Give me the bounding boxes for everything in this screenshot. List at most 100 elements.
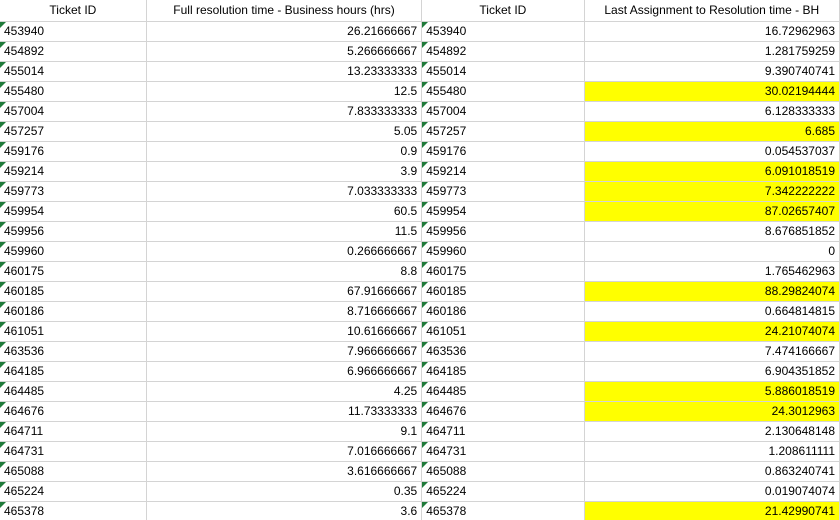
cell-last-assignment-time[interactable]: 7.342222222 xyxy=(584,181,840,202)
cell-ticket-id-2[interactable]: 457004 xyxy=(421,101,585,122)
cell-ticket-id-2[interactable]: 460185 xyxy=(421,281,585,302)
cell-full-resolution-time[interactable]: 12.5 xyxy=(146,81,423,102)
cell-last-assignment-time[interactable]: 7.474166667 xyxy=(584,341,840,362)
cell-ticket-id-2[interactable]: 464185 xyxy=(421,361,585,382)
cell-full-resolution-time[interactable]: 3.616666667 xyxy=(146,461,423,482)
cell-last-assignment-time[interactable]: 6.091018519 xyxy=(584,161,840,182)
cell-ticket-id[interactable]: 465224 xyxy=(0,481,147,502)
cell-last-assignment-time[interactable]: 0 xyxy=(584,241,840,262)
cell-ticket-id-2[interactable]: 459214 xyxy=(421,161,585,182)
cell-ticket-id[interactable]: 463536 xyxy=(0,341,147,362)
cell-full-resolution-time[interactable]: 5.266666667 xyxy=(146,41,423,62)
cell-ticket-id-2[interactable]: 464711 xyxy=(421,421,585,442)
cell-ticket-id[interactable]: 453940 xyxy=(0,21,147,42)
cell-full-resolution-time[interactable]: 13.23333333 xyxy=(146,61,423,82)
header-cell-ticket-id-2[interactable]: Ticket ID xyxy=(421,0,585,22)
cell-ticket-id[interactable]: 464711 xyxy=(0,421,147,442)
cell-ticket-id[interactable]: 457257 xyxy=(0,121,147,142)
cell-ticket-id-2[interactable]: 464676 xyxy=(421,401,585,422)
cell-ticket-id[interactable]: 459176 xyxy=(0,141,147,162)
cell-full-resolution-time[interactable]: 3.9 xyxy=(146,161,423,182)
cell-full-resolution-time[interactable]: 11.73333333 xyxy=(146,401,423,422)
cell-full-resolution-time[interactable]: 7.033333333 xyxy=(146,181,423,202)
cell-last-assignment-time[interactable]: 6.128333333 xyxy=(584,101,840,122)
cell-last-assignment-time[interactable]: 30.02194444 xyxy=(584,81,840,102)
cell-ticket-id-2[interactable]: 464485 xyxy=(421,381,585,402)
cell-full-resolution-time[interactable]: 6.966666667 xyxy=(146,361,423,382)
cell-full-resolution-time[interactable]: 0.35 xyxy=(146,481,423,502)
cell-ticket-id[interactable]: 457004 xyxy=(0,101,147,122)
cell-last-assignment-time[interactable]: 6.904351852 xyxy=(584,361,840,382)
cell-ticket-id[interactable]: 460175 xyxy=(0,261,147,282)
cell-full-resolution-time[interactable]: 7.833333333 xyxy=(146,101,423,122)
cell-full-resolution-time[interactable]: 4.25 xyxy=(146,381,423,402)
cell-ticket-id-2[interactable]: 464731 xyxy=(421,441,585,462)
cell-last-assignment-time[interactable]: 2.130648148 xyxy=(584,421,840,442)
cell-ticket-id-2[interactable]: 460186 xyxy=(421,301,585,322)
cell-ticket-id[interactable]: 454892 xyxy=(0,41,147,62)
cell-last-assignment-time[interactable]: 24.21074074 xyxy=(584,321,840,342)
cell-last-assignment-time[interactable]: 9.390740741 xyxy=(584,61,840,82)
cell-last-assignment-time[interactable]: 0.054537037 xyxy=(584,141,840,162)
header-cell-full-resolution-time[interactable]: Full resolution time - Business hours (h… xyxy=(146,0,423,22)
cell-last-assignment-time[interactable]: 24.3012963 xyxy=(584,401,840,422)
cell-ticket-id-2[interactable]: 453940 xyxy=(421,21,585,42)
cell-last-assignment-time[interactable]: 1.208611111 xyxy=(584,441,840,462)
cell-ticket-id[interactable]: 459214 xyxy=(0,161,147,182)
cell-full-resolution-time[interactable]: 26.21666667 xyxy=(146,21,423,42)
cell-ticket-id-2[interactable]: 459176 xyxy=(421,141,585,162)
cell-ticket-id-2[interactable]: 461051 xyxy=(421,321,585,342)
cell-ticket-id-2[interactable]: 454892 xyxy=(421,41,585,62)
cell-ticket-id-2[interactable]: 459956 xyxy=(421,221,585,242)
cell-full-resolution-time[interactable]: 60.5 xyxy=(146,201,423,222)
cell-ticket-id[interactable]: 459954 xyxy=(0,201,147,222)
cell-last-assignment-time[interactable]: 0.863240741 xyxy=(584,461,840,482)
cell-ticket-id[interactable]: 460186 xyxy=(0,301,147,322)
cell-last-assignment-time[interactable]: 1.281759259 xyxy=(584,41,840,62)
cell-ticket-id-2[interactable]: 465224 xyxy=(421,481,585,502)
cell-ticket-id[interactable]: 464485 xyxy=(0,381,147,402)
cell-full-resolution-time[interactable]: 11.5 xyxy=(146,221,423,242)
cell-last-assignment-time[interactable]: 16.72962963 xyxy=(584,21,840,42)
cell-ticket-id[interactable]: 464731 xyxy=(0,441,147,462)
cell-ticket-id-2[interactable]: 465088 xyxy=(421,461,585,482)
cell-full-resolution-time[interactable]: 8.716666667 xyxy=(146,301,423,322)
cell-last-assignment-time[interactable]: 0.664814815 xyxy=(584,301,840,322)
cell-ticket-id-2[interactable]: 455480 xyxy=(421,81,585,102)
cell-last-assignment-time[interactable]: 87.02657407 xyxy=(584,201,840,222)
cell-full-resolution-time[interactable]: 0.9 xyxy=(146,141,423,162)
cell-ticket-id[interactable]: 464185 xyxy=(0,361,147,382)
cell-ticket-id[interactable]: 460185 xyxy=(0,281,147,302)
cell-ticket-id[interactable]: 455014 xyxy=(0,61,147,82)
cell-ticket-id[interactable]: 455480 xyxy=(0,81,147,102)
cell-ticket-id[interactable]: 459773 xyxy=(0,181,147,202)
cell-last-assignment-time[interactable]: 0.019074074 xyxy=(584,481,840,502)
cell-last-assignment-time[interactable]: 6.685 xyxy=(584,121,840,142)
cell-ticket-id[interactable]: 459956 xyxy=(0,221,147,242)
header-cell-last-assignment-time[interactable]: Last Assignment to Resolution time - BH xyxy=(584,0,840,22)
cell-last-assignment-time[interactable]: 1.765462963 xyxy=(584,261,840,282)
cell-ticket-id-2[interactable]: 459954 xyxy=(421,201,585,222)
cell-full-resolution-time[interactable]: 7.966666667 xyxy=(146,341,423,362)
cell-ticket-id-2[interactable]: 465378 xyxy=(421,501,585,520)
cell-full-resolution-time[interactable]: 10.61666667 xyxy=(146,321,423,342)
cell-full-resolution-time[interactable]: 7.016666667 xyxy=(146,441,423,462)
cell-ticket-id[interactable]: 461051 xyxy=(0,321,147,342)
cell-last-assignment-time[interactable]: 21.42990741 xyxy=(584,501,840,520)
cell-ticket-id[interactable]: 464676 xyxy=(0,401,147,422)
cell-ticket-id-2[interactable]: 457257 xyxy=(421,121,585,142)
cell-last-assignment-time[interactable]: 88.29824074 xyxy=(584,281,840,302)
header-cell-ticket-id[interactable]: Ticket ID xyxy=(0,0,147,22)
cell-ticket-id-2[interactable]: 455014 xyxy=(421,61,585,82)
cell-full-resolution-time[interactable]: 5.05 xyxy=(146,121,423,142)
cell-ticket-id[interactable]: 465088 xyxy=(0,461,147,482)
cell-ticket-id-2[interactable]: 463536 xyxy=(421,341,585,362)
cell-last-assignment-time[interactable]: 5.886018519 xyxy=(584,381,840,402)
cell-full-resolution-time[interactable]: 3.6 xyxy=(146,501,423,520)
cell-ticket-id[interactable]: 459960 xyxy=(0,241,147,262)
cell-ticket-id-2[interactable]: 460175 xyxy=(421,261,585,282)
cell-full-resolution-time[interactable]: 0.266666667 xyxy=(146,241,423,262)
cell-ticket-id-2[interactable]: 459960 xyxy=(421,241,585,262)
cell-full-resolution-time[interactable]: 67.91666667 xyxy=(146,281,423,302)
cell-full-resolution-time[interactable]: 9.1 xyxy=(146,421,423,442)
